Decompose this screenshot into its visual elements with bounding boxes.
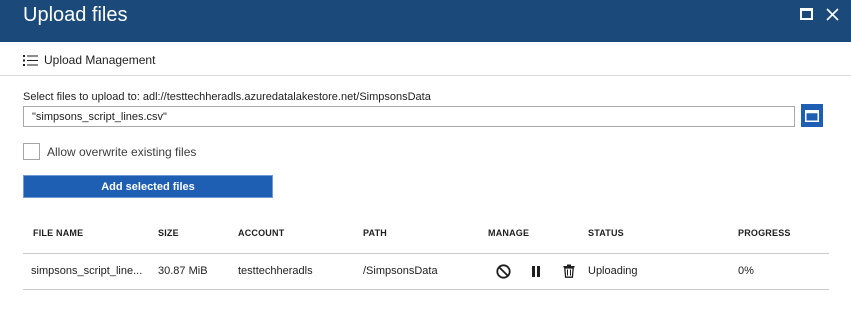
cell-progress: 0% (738, 265, 754, 277)
cell-account: testtechheradls (238, 265, 313, 277)
table-header-divider (23, 253, 829, 254)
list-icon (23, 54, 38, 66)
header-file-name: FILE NAME (33, 228, 84, 238)
table-row-divider (23, 289, 829, 290)
add-selected-files-button[interactable]: Add selected files (23, 175, 273, 198)
maximize-button[interactable] (797, 5, 815, 23)
header-size: SIZE (158, 228, 179, 238)
cell-file-name: simpsons_script_line... (31, 265, 143, 277)
cell-path: /SimpsonsData (363, 265, 438, 277)
trash-icon (563, 264, 575, 278)
close-icon (825, 7, 839, 21)
title-bar: Upload files (0, 0, 851, 42)
cancel-upload-button[interactable] (495, 263, 511, 279)
close-button[interactable] (823, 5, 841, 23)
cancel-icon (495, 263, 511, 279)
pause-icon (532, 265, 540, 277)
header-manage: MANAGE (488, 228, 530, 238)
file-path-input[interactable] (23, 106, 795, 127)
header-account: ACCOUNT (238, 228, 285, 238)
delete-upload-button[interactable] (561, 263, 577, 279)
header-path: PATH (363, 228, 387, 238)
toolbar: Upload Management (0, 43, 851, 76)
maximize-icon (799, 8, 813, 20)
folder-browse-icon (805, 109, 819, 122)
select-files-label: Select files to upload to: adl://testtec… (23, 91, 431, 103)
pause-upload-button[interactable] (528, 263, 544, 279)
upload-management-label: Upload Management (44, 53, 156, 67)
window-title: Upload files (23, 4, 128, 26)
header-progress: PROGRESS (738, 228, 791, 238)
cell-size: 30.87 MiB (158, 265, 208, 277)
cell-status: Uploading (588, 265, 638, 277)
header-status: STATUS (588, 228, 624, 238)
overwrite-checkbox[interactable] (23, 143, 40, 160)
upload-management-button[interactable]: Upload Management (23, 51, 155, 69)
overwrite-label: Allow overwrite existing files (47, 145, 197, 159)
browse-button[interactable] (801, 104, 823, 127)
